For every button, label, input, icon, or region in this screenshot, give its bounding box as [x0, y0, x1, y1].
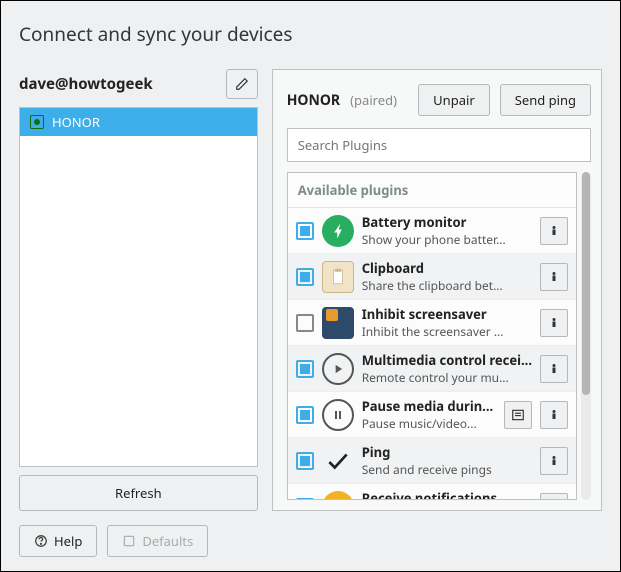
info-icon [548, 363, 560, 375]
plugin-row[interactable]: Receive notificationsShow device's notif… [288, 484, 576, 499]
unpair-button[interactable]: Unpair [418, 84, 490, 116]
user-label: dave@howtogeek [19, 74, 153, 94]
defaults-label: Defaults [142, 532, 193, 550]
info-icon [548, 455, 560, 467]
plugin-info-button[interactable] [540, 355, 568, 383]
plugin-checkbox[interactable] [296, 406, 314, 424]
pencil-icon [235, 77, 249, 91]
info-icon [548, 225, 560, 237]
plugin-text: Receive notificationsShow device's notif… [362, 489, 532, 499]
defaults-icon [122, 534, 136, 548]
plugin-text: Multimedia control recei...Remote contro… [362, 351, 532, 386]
plugin-title: Clipboard [362, 259, 532, 277]
plugin-config-button[interactable] [504, 401, 532, 429]
refresh-button[interactable]: Refresh [19, 475, 258, 511]
plugin-text: Inhibit screensaverInhibit the screensav… [362, 305, 532, 340]
plugin-desc: Remote control your mu... [362, 369, 532, 386]
search-plugins-input[interactable] [287, 128, 591, 162]
help-icon [34, 534, 48, 548]
plugin-title: Ping [362, 443, 532, 461]
plugin-title: Battery monitor [362, 213, 532, 231]
plugin-text: PingSend and receive pings [362, 443, 532, 478]
plugin-desc: Pause music/video... [362, 415, 496, 432]
plugin-text: ClipboardShare the clipboard bet... [362, 259, 532, 294]
plugin-info-button[interactable] [540, 263, 568, 291]
plugin-text: Battery monitorShow your phone batter... [362, 213, 532, 248]
info-icon [548, 271, 560, 283]
edit-user-button[interactable] [226, 69, 258, 99]
available-plugins-header: Available plugins [288, 173, 576, 208]
device-item-honor[interactable]: HONOR [20, 108, 257, 136]
plugin-checkbox[interactable] [296, 222, 314, 240]
plugin-row[interactable]: Inhibit screensaverInhibit the screensav… [288, 300, 576, 346]
device-list[interactable]: HONOR [19, 107, 258, 467]
device-name: HONOR [52, 113, 100, 131]
left-panel: dave@howtogeek HONOR Refresh [19, 69, 258, 511]
plugin-title: Pause media durin... [362, 397, 496, 415]
plugin-title: Inhibit screensaver [362, 305, 532, 323]
plugin-desc: Send and receive pings [362, 461, 532, 478]
notif-icon [322, 491, 354, 500]
list-icon [511, 408, 525, 422]
right-panel: HONOR (paired) Unpair Send ping Availabl… [272, 69, 602, 511]
pause-icon [322, 399, 354, 431]
plugin-title: Receive notifications [362, 489, 532, 499]
device-status-icon [30, 115, 44, 129]
plugin-row[interactable]: ClipboardShare the clipboard bet... [288, 254, 576, 300]
page-title: Connect and sync your devices [19, 21, 602, 47]
plugin-info-button[interactable] [540, 447, 568, 475]
plugin-checkbox[interactable] [296, 268, 314, 286]
check-icon [322, 445, 354, 477]
defaults-button[interactable]: Defaults [107, 525, 208, 557]
plugin-row[interactable]: Pause media durin...Pause music/video... [288, 392, 576, 438]
screen-icon [322, 307, 354, 339]
clip-icon [322, 261, 354, 293]
info-icon [548, 317, 560, 329]
plugin-row[interactable]: Multimedia control recei...Remote contro… [288, 346, 576, 392]
plugin-info-button[interactable] [540, 493, 568, 500]
battery-icon [322, 215, 354, 247]
plugin-panel: Available plugins Battery monitorShow yo… [287, 172, 577, 500]
plugin-title: Multimedia control recei... [362, 351, 532, 369]
plugin-checkbox[interactable] [296, 498, 314, 500]
info-icon [548, 409, 560, 421]
play-icon [322, 353, 354, 385]
plugin-text: Pause media durin...Pause music/video... [362, 397, 496, 432]
plugin-desc: Share the clipboard bet... [362, 277, 532, 294]
send-ping-button[interactable]: Send ping [500, 84, 591, 116]
plugin-info-button[interactable] [540, 309, 568, 337]
plugin-checkbox[interactable] [296, 314, 314, 332]
help-label: Help [54, 532, 82, 550]
plugin-row[interactable]: PingSend and receive pings [288, 438, 576, 484]
plugin-info-button[interactable] [540, 217, 568, 245]
paired-device-name: HONOR [287, 91, 340, 110]
plugin-checkbox[interactable] [296, 452, 314, 470]
paired-status: (paired) [350, 91, 397, 109]
plugin-row[interactable]: Battery monitorShow your phone batter... [288, 208, 576, 254]
plugin-scrollbar[interactable] [581, 172, 591, 500]
plugin-desc: Inhibit the screensaver ... [362, 323, 532, 340]
plugin-desc: Show your phone batter... [362, 231, 532, 248]
plugin-list: Battery monitorShow your phone batter...… [288, 208, 576, 499]
help-button[interactable]: Help [19, 525, 97, 557]
plugin-checkbox[interactable] [296, 360, 314, 378]
plugin-info-button[interactable] [540, 401, 568, 429]
